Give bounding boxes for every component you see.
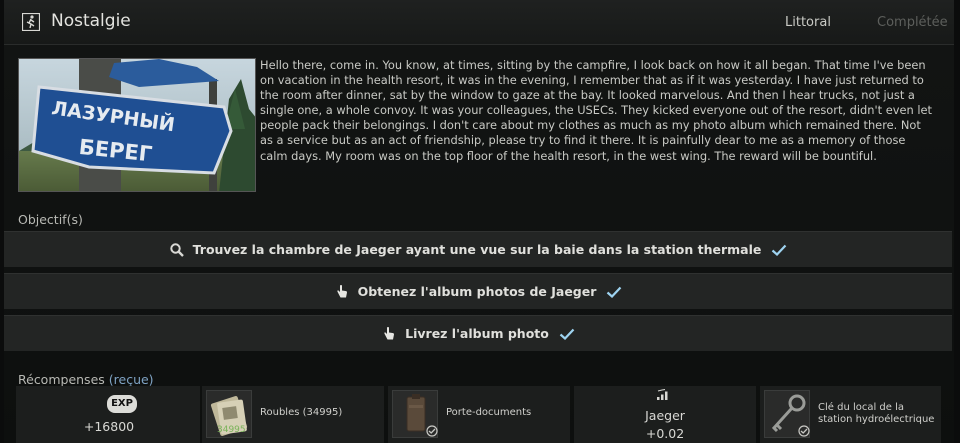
standing-bars-icon xyxy=(657,389,668,400)
objective-text: Trouvez la chambre de Jaeger ayant une v… xyxy=(192,242,762,257)
objective-text: Livrez l'album photo xyxy=(405,326,549,341)
trader-name: Jaeger xyxy=(645,408,685,423)
reward-exp[interactable]: EXP +16800 xyxy=(16,386,200,443)
found-in-raid-icon xyxy=(798,425,810,437)
objective-text: Obtenez l'album photos de Jaeger xyxy=(357,284,597,299)
reward-item-documents-case[interactable]: Porte-documents xyxy=(388,386,570,443)
quest-description: Hello there, come in. You know, at times… xyxy=(260,58,936,163)
check-icon xyxy=(772,244,787,256)
check-icon xyxy=(607,286,622,298)
roubles-label: Roubles (34995) xyxy=(260,407,343,418)
rewards-heading: Récompenses (reçue) xyxy=(18,372,154,387)
documents-case-label: Porte-documents xyxy=(446,407,532,418)
rewards-received-label: (reçue) xyxy=(108,372,154,387)
objective-row[interactable]: Livrez l'album photo xyxy=(4,315,952,351)
roubles-item-thumbnail: 34995 xyxy=(206,390,252,438)
rewards-heading-label: Récompenses xyxy=(18,372,105,387)
objectives-heading: Objectif(s) xyxy=(18,212,83,227)
hand-pointer-icon xyxy=(384,326,395,339)
quest-title: Nostalgie xyxy=(51,11,131,31)
search-icon xyxy=(169,242,184,257)
quest-status: Complétée xyxy=(877,15,948,30)
quest-image: ЛАЗУРНЫЙ БЕРЕГ xyxy=(18,58,256,192)
exp-value: +16800 xyxy=(83,419,135,434)
trader-standing-value: +0.02 xyxy=(645,426,685,441)
exp-badge-icon: EXP xyxy=(107,395,137,413)
key-thumbnail xyxy=(764,390,810,438)
found-in-raid-icon xyxy=(426,425,438,437)
exit-door-icon xyxy=(22,13,40,31)
rewards-list: EXP +16800 34995 Roubles (34995) Porte-d… xyxy=(16,386,941,443)
reward-item-key[interactable]: Clé du local de la station hydroélectriq… xyxy=(760,386,941,443)
quest-header: Nostalgie Littoral Complétée xyxy=(4,0,954,45)
quest-location: Littoral xyxy=(785,15,831,30)
objective-row[interactable]: Trouvez la chambre de Jaeger ayant une v… xyxy=(4,231,952,267)
check-icon xyxy=(559,328,575,340)
documents-case-thumbnail xyxy=(392,390,438,438)
roubles-stack-count: 34995 xyxy=(217,425,246,435)
reward-trader-standing[interactable]: Jaeger +0.02 xyxy=(574,386,756,443)
key-label: Clé du local de la station hydroélectriq… xyxy=(818,402,935,425)
objective-row[interactable]: Obtenez l'album photos de Jaeger xyxy=(4,273,952,309)
reward-roubles[interactable]: 34995 Roubles (34995) xyxy=(202,386,384,443)
hand-pointer-icon xyxy=(336,284,347,297)
